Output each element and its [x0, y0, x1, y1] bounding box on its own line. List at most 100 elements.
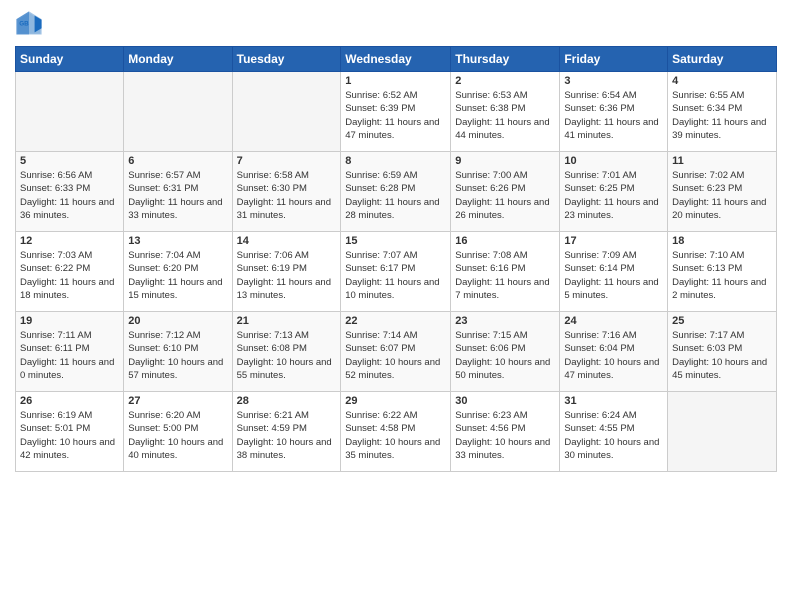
day-cell: 24 Sunrise: 7:16 AM Sunset: 6:04 PM Dayli…	[560, 312, 668, 392]
day-number: 20	[128, 315, 227, 327]
day-info: Sunrise: 7:04 AM Sunset: 6:20 PM Dayligh…	[128, 249, 227, 302]
day-number: 17	[564, 235, 663, 247]
day-cell: 20 Sunrise: 7:12 AM Sunset: 6:10 PM Dayli…	[124, 312, 232, 392]
header: GB	[15, 10, 777, 38]
day-cell: 14 Sunrise: 7:06 AM Sunset: 6:19 PM Dayli…	[232, 232, 341, 312]
day-cell: 6 Sunrise: 6:57 AM Sunset: 6:31 PM Daylig…	[124, 152, 232, 232]
day-number: 3	[564, 75, 663, 87]
day-number: 22	[345, 315, 446, 327]
logo-icon: GB	[15, 10, 43, 38]
day-info: Sunrise: 6:24 AM Sunset: 4:55 PM Dayligh…	[564, 409, 663, 462]
weekday-wednesday: Wednesday	[341, 47, 451, 72]
day-info: Sunrise: 6:57 AM Sunset: 6:31 PM Dayligh…	[128, 169, 227, 222]
day-cell: 7Sunrise: 6:58 AM Sunset: 6:30 PM Daylig…	[232, 152, 341, 232]
day-cell: 21Sunrise: 7:13 AM Sunset: 6:08 PM Dayli…	[232, 312, 341, 392]
day-number: 1	[345, 75, 446, 87]
day-cell: 19 Sunrise: 7:11 AM Sunset: 6:11 PM Dayli…	[16, 312, 124, 392]
day-number: 28	[237, 395, 337, 407]
day-number: 27	[128, 395, 227, 407]
day-number: 15	[345, 235, 446, 247]
day-cell: 18 Sunrise: 7:10 AM Sunset: 6:13 PM Dayli…	[668, 232, 777, 312]
day-cell: 15Sunrise: 7:07 AM Sunset: 6:17 PM Dayli…	[341, 232, 451, 312]
day-number: 14	[237, 235, 337, 247]
day-number: 5	[20, 155, 119, 167]
day-info: Sunrise: 7:09 AM Sunset: 6:14 PM Dayligh…	[564, 249, 663, 302]
day-number: 7	[237, 155, 337, 167]
day-info: Sunrise: 6:22 AM Sunset: 4:58 PM Dayligh…	[345, 409, 446, 462]
day-cell: 3 Sunrise: 6:54 AM Sunset: 6:36 PM Daylig…	[560, 72, 668, 152]
day-cell: 29 Sunrise: 6:22 AM Sunset: 4:58 PM Dayli…	[341, 392, 451, 472]
day-info: Sunrise: 6:20 AM Sunset: 5:00 PM Dayligh…	[128, 409, 227, 462]
day-cell	[16, 72, 124, 152]
day-number: 29	[345, 395, 446, 407]
day-info: Sunrise: 6:52 AM Sunset: 6:39 PM Dayligh…	[345, 89, 446, 142]
weekday-saturday: Saturday	[668, 47, 777, 72]
day-info: Sunrise: 6:56 AM Sunset: 6:33 PM Dayligh…	[20, 169, 119, 222]
day-number: 16	[455, 235, 555, 247]
day-info: Sunrise: 7:15 AM Sunset: 6:06 PM Dayligh…	[455, 329, 555, 382]
day-number: 31	[564, 395, 663, 407]
week-row-3: 19 Sunrise: 7:11 AM Sunset: 6:11 PM Dayli…	[16, 312, 777, 392]
day-info: Sunrise: 6:55 AM Sunset: 6:34 PM Dayligh…	[672, 89, 772, 142]
day-info: Sunrise: 7:10 AM Sunset: 6:13 PM Dayligh…	[672, 249, 772, 302]
week-row-1: 5 Sunrise: 6:56 AM Sunset: 6:33 PM Daylig…	[16, 152, 777, 232]
day-cell: 25Sunrise: 7:17 AM Sunset: 6:03 PM Dayli…	[668, 312, 777, 392]
day-info: Sunrise: 7:01 AM Sunset: 6:25 PM Dayligh…	[564, 169, 663, 222]
day-cell: 17 Sunrise: 7:09 AM Sunset: 6:14 PM Dayli…	[560, 232, 668, 312]
day-cell: 26Sunrise: 6:19 AM Sunset: 5:01 PM Dayli…	[16, 392, 124, 472]
day-cell: 9 Sunrise: 7:00 AM Sunset: 6:26 PM Daylig…	[451, 152, 560, 232]
day-info: Sunrise: 6:19 AM Sunset: 5:01 PM Dayligh…	[20, 409, 119, 462]
weekday-sunday: Sunday	[16, 47, 124, 72]
day-info: Sunrise: 7:13 AM Sunset: 6:08 PM Dayligh…	[237, 329, 337, 382]
page: GB SundayMondayTuesdayWednesdayThursdayF…	[0, 0, 792, 612]
day-number: 19	[20, 315, 119, 327]
svg-text:GB: GB	[19, 20, 29, 27]
day-cell: 8 Sunrise: 6:59 AM Sunset: 6:28 PM Daylig…	[341, 152, 451, 232]
day-info: Sunrise: 6:59 AM Sunset: 6:28 PM Dayligh…	[345, 169, 446, 222]
day-cell: 12 Sunrise: 7:03 AM Sunset: 6:22 PM Dayli…	[16, 232, 124, 312]
day-info: Sunrise: 6:21 AM Sunset: 4:59 PM Dayligh…	[237, 409, 337, 462]
day-info: Sunrise: 6:54 AM Sunset: 6:36 PM Dayligh…	[564, 89, 663, 142]
day-number: 13	[128, 235, 227, 247]
day-cell	[124, 72, 232, 152]
day-info: Sunrise: 7:08 AM Sunset: 6:16 PM Dayligh…	[455, 249, 555, 302]
day-info: Sunrise: 7:16 AM Sunset: 6:04 PM Dayligh…	[564, 329, 663, 382]
calendar: SundayMondayTuesdayWednesdayThursdayFrid…	[15, 46, 777, 472]
day-number: 8	[345, 155, 446, 167]
day-info: Sunrise: 7:14 AM Sunset: 6:07 PM Dayligh…	[345, 329, 446, 382]
day-cell: 11 Sunrise: 7:02 AM Sunset: 6:23 PM Dayli…	[668, 152, 777, 232]
weekday-thursday: Thursday	[451, 47, 560, 72]
day-number: 18	[672, 235, 772, 247]
day-number: 6	[128, 155, 227, 167]
weekday-friday: Friday	[560, 47, 668, 72]
logo: GB	[15, 10, 47, 38]
week-row-2: 12 Sunrise: 7:03 AM Sunset: 6:22 PM Dayli…	[16, 232, 777, 312]
day-number: 10	[564, 155, 663, 167]
day-info: Sunrise: 6:23 AM Sunset: 4:56 PM Dayligh…	[455, 409, 555, 462]
day-number: 30	[455, 395, 555, 407]
day-number: 11	[672, 155, 772, 167]
week-row-0: 1 Sunrise: 6:52 AM Sunset: 6:39 PM Daylig…	[16, 72, 777, 152]
day-number: 9	[455, 155, 555, 167]
day-number: 2	[455, 75, 555, 87]
day-info: Sunrise: 7:11 AM Sunset: 6:11 PM Dayligh…	[20, 329, 119, 382]
day-number: 23	[455, 315, 555, 327]
weekday-tuesday: Tuesday	[232, 47, 341, 72]
day-cell	[668, 392, 777, 472]
day-cell: 27 Sunrise: 6:20 AM Sunset: 5:00 PM Dayli…	[124, 392, 232, 472]
day-cell: 2Sunrise: 6:53 AM Sunset: 6:38 PM Daylig…	[451, 72, 560, 152]
weekday-monday: Monday	[124, 47, 232, 72]
day-cell: 30 Sunrise: 6:23 AM Sunset: 4:56 PM Dayli…	[451, 392, 560, 472]
day-number: 24	[564, 315, 663, 327]
day-cell: 22 Sunrise: 7:14 AM Sunset: 6:07 PM Dayli…	[341, 312, 451, 392]
day-info: Sunrise: 7:02 AM Sunset: 6:23 PM Dayligh…	[672, 169, 772, 222]
weekday-header-row: SundayMondayTuesdayWednesdayThursdayFrid…	[16, 47, 777, 72]
day-cell: 16 Sunrise: 7:08 AM Sunset: 6:16 PM Dayli…	[451, 232, 560, 312]
day-number: 12	[20, 235, 119, 247]
day-info: Sunrise: 7:00 AM Sunset: 6:26 PM Dayligh…	[455, 169, 555, 222]
day-info: Sunrise: 7:03 AM Sunset: 6:22 PM Dayligh…	[20, 249, 119, 302]
day-cell: 5 Sunrise: 6:56 AM Sunset: 6:33 PM Daylig…	[16, 152, 124, 232]
day-info: Sunrise: 7:12 AM Sunset: 6:10 PM Dayligh…	[128, 329, 227, 382]
day-cell: 23 Sunrise: 7:15 AM Sunset: 6:06 PM Dayli…	[451, 312, 560, 392]
day-info: Sunrise: 7:06 AM Sunset: 6:19 PM Dayligh…	[237, 249, 337, 302]
